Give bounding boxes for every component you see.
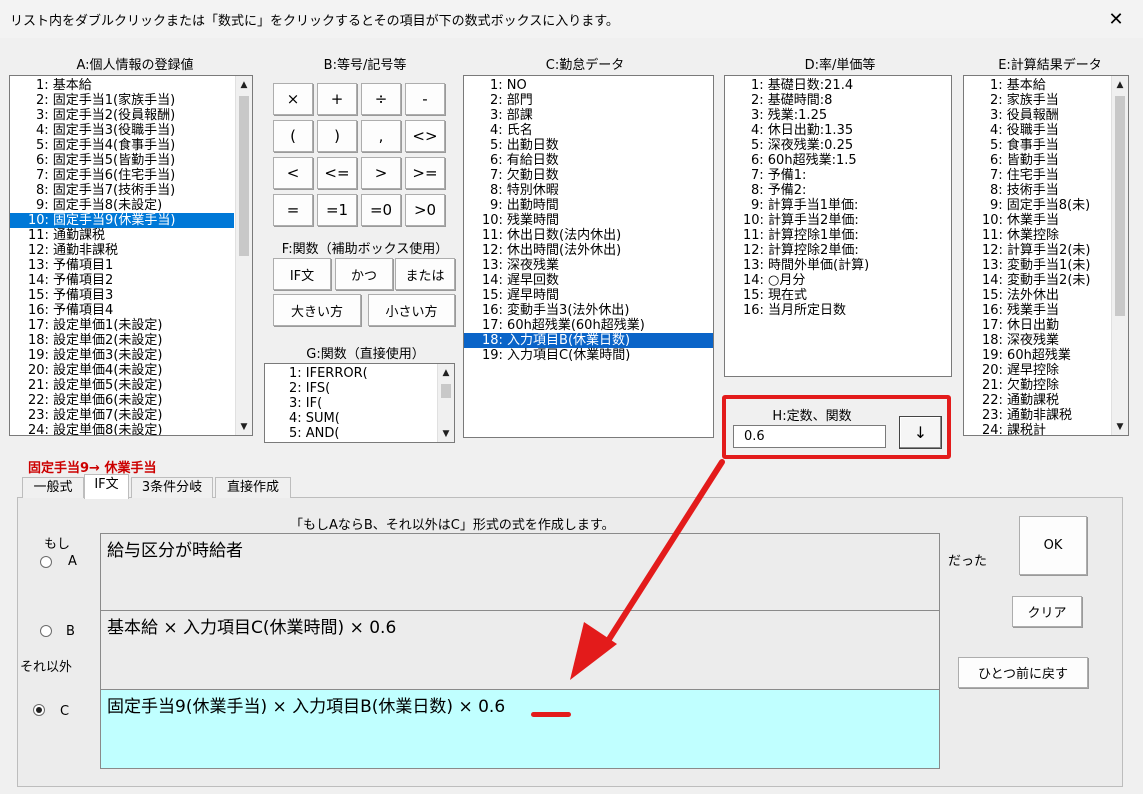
arrow-annotation-icon <box>570 459 725 680</box>
tab-if[interactable]: IF文 <box>84 474 129 499</box>
